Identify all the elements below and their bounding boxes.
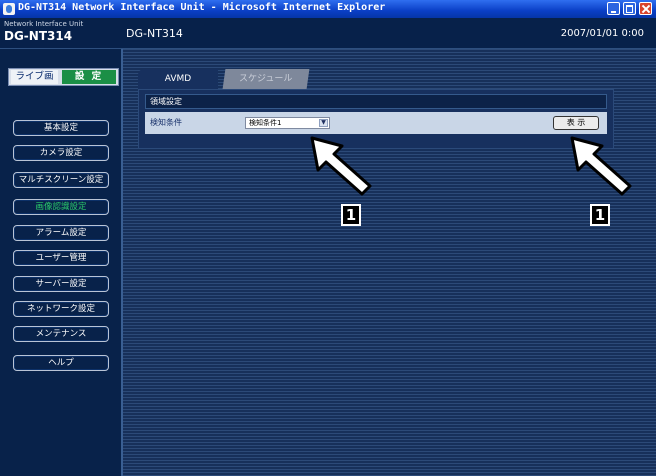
setup-button[interactable]: 設 定 bbox=[62, 70, 116, 84]
pointer-arrow-icon bbox=[310, 136, 372, 196]
maximize-button[interactable] bbox=[623, 2, 636, 15]
close-button[interactable] bbox=[639, 2, 652, 15]
live-view-button[interactable]: ライブ画 bbox=[11, 70, 58, 84]
show-button[interactable]: 表 示 bbox=[553, 116, 599, 130]
pointer-arrow-icon bbox=[570, 136, 632, 196]
ie-icon bbox=[3, 3, 15, 15]
main-content: AVMD スケジュール 領域設定 検知条件 検知条件1 ▼ 表 示 bbox=[123, 49, 656, 476]
tab-schedule-label: スケジュール bbox=[239, 74, 293, 84]
menu-help[interactable]: ヘルプ bbox=[13, 355, 109, 371]
product-model: DG-NT314 bbox=[4, 29, 73, 43]
date-time: 2007/01/01 0:00 bbox=[560, 28, 644, 39]
detection-condition-label: 検知条件 bbox=[150, 118, 182, 127]
sidebar: ライブ画 設 定 基本設定 カメラ設定 マルチスクリーン設定 画像認識設定 アラ… bbox=[0, 49, 123, 476]
tab-avmd[interactable]: AVMD bbox=[138, 69, 218, 89]
detection-condition-value: 検知条件1 bbox=[249, 119, 282, 127]
detection-condition-row: 検知条件 検知条件1 ▼ 表 示 bbox=[145, 112, 607, 134]
detection-condition-select[interactable]: 検知条件1 ▼ bbox=[245, 117, 330, 129]
callout-badge: 1 bbox=[590, 204, 610, 226]
menu-server-settings[interactable]: サーバー設定 bbox=[13, 276, 109, 292]
app-header: Network Interface Unit DG-NT314 DG-NT314… bbox=[0, 18, 656, 49]
menu-maintenance[interactable]: メンテナンス bbox=[13, 326, 109, 342]
window-titlebar: DG-NT314 Network Interface Unit - Micros… bbox=[0, 0, 656, 18]
menu-camera-settings[interactable]: カメラ設定 bbox=[13, 145, 109, 161]
chevron-down-icon[interactable]: ▼ bbox=[319, 119, 328, 127]
menu-image-recognition-settings[interactable]: 画像認識設定 bbox=[13, 199, 109, 215]
section-area-settings: 領域設定 bbox=[145, 94, 607, 109]
device-name: DG-NT314 bbox=[126, 27, 183, 40]
menu-multiscreen-settings[interactable]: マルチスクリーン設定 bbox=[13, 172, 109, 188]
menu-user-management[interactable]: ユーザー管理 bbox=[13, 250, 109, 266]
minimize-button[interactable] bbox=[607, 2, 620, 15]
window-title: DG-NT314 Network Interface Unit - Micros… bbox=[18, 2, 386, 13]
menu-basic-settings[interactable]: 基本設定 bbox=[13, 120, 109, 136]
mode-switch: ライブ画 設 定 bbox=[8, 68, 119, 86]
callout-badge: 1 bbox=[341, 204, 361, 226]
product-subtitle: Network Interface Unit bbox=[4, 20, 84, 28]
menu-network-settings[interactable]: ネットワーク設定 bbox=[13, 301, 109, 317]
tab-schedule[interactable]: スケジュール bbox=[222, 69, 310, 89]
menu-alarm-settings[interactable]: アラーム設定 bbox=[13, 225, 109, 241]
